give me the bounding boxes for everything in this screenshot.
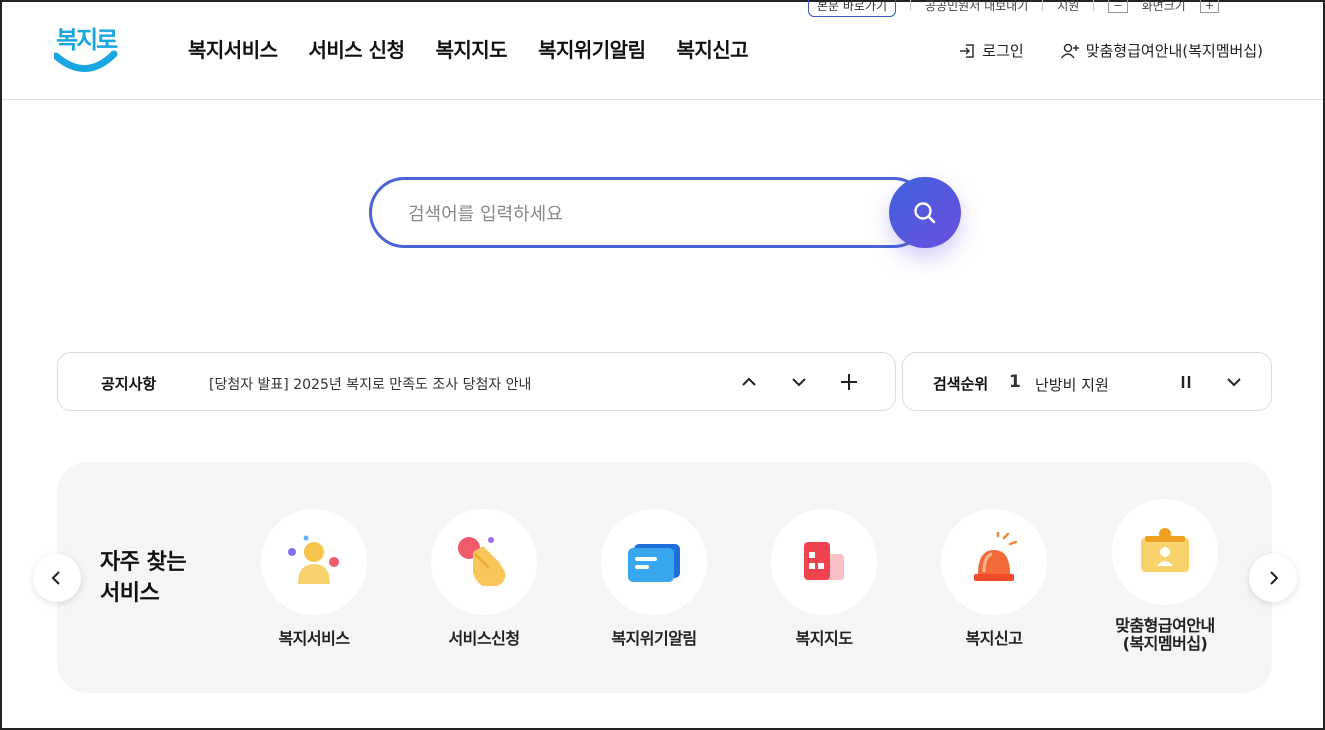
header-actions: 로그인 맞춤형급여안내(복지멤버십): [958, 40, 1263, 61]
service-item-crisis-alert[interactable]: 복지위기알림: [579, 509, 729, 648]
service-item-apply[interactable]: 서비스신청: [409, 509, 559, 648]
site-logo[interactable]: 복지로: [54, 20, 118, 74]
id-badge-icon: [1141, 528, 1189, 572]
service-label: 서비스신청: [448, 629, 520, 648]
ranking-label: 검색순위: [933, 375, 989, 393]
membership-label: 맞춤형급여안내(복지멤버십): [1085, 42, 1263, 60]
plus-icon: [841, 374, 857, 390]
notice-next-button[interactable]: [787, 370, 811, 394]
map-building-icon: [804, 542, 844, 580]
search-input[interactable]: [408, 198, 878, 230]
person-icon: [288, 535, 339, 584]
service-label: 복지서비스: [278, 629, 350, 648]
service-label-multiline: 맞춤형급여안내 (복지멤버십): [1090, 617, 1240, 653]
frequent-title-line2: 서비스: [100, 581, 160, 606]
ranking-number: 1: [1009, 372, 1021, 392]
service-item-welfare-map[interactable]: 복지지도: [749, 509, 899, 648]
membership-link[interactable]: 맞춤형급여안내(복지멤버십): [1060, 40, 1263, 61]
login-label: 로그인: [982, 42, 1024, 60]
message-icon: [628, 544, 680, 582]
chevron-down-icon: [792, 378, 806, 387]
service-label-line1: 맞춤형급여안내: [1115, 616, 1215, 635]
siren-icon: [974, 532, 1018, 581]
nav-crisis-alert[interactable]: 복지위기알림: [538, 34, 646, 63]
frequent-services-panel: 자주 찾는 서비스 복지서비스 서비스신청 복지위기알림 복지지도 복지신고 맞…: [57, 462, 1272, 693]
site-header: 복지로 복지서비스 서비스 신청 복지지도 복지위기알림 복지신고 로그인 맞춤…: [2, 2, 1323, 100]
ranking-expand-button[interactable]: [1222, 370, 1246, 394]
frequent-title-line1: 자주 찾는: [100, 550, 187, 575]
service-label: 복지지도: [795, 629, 853, 648]
chevron-up-icon: [742, 377, 756, 386]
ranking-pause-button[interactable]: [1174, 370, 1198, 394]
service-label: 복지위기알림: [611, 629, 697, 648]
search-ranking-bar: 검색순위 1 난방비 지원: [902, 352, 1272, 411]
service-icon-circle: [1112, 499, 1218, 605]
search-box: [369, 177, 929, 248]
pause-icon: [1181, 376, 1191, 388]
service-item-welfare-report[interactable]: 복지신고: [919, 509, 1069, 648]
main-nav: 복지서비스 서비스 신청 복지지도 복지위기알림 복지신고: [188, 34, 749, 63]
service-icon-circle: [431, 509, 537, 615]
service-icon-circle: [261, 509, 367, 615]
notice-bar: 공지사항 [당첨자 발표] 2025년 복지로 만족도 조사 당첨자 안내: [57, 352, 896, 411]
search-area: [369, 177, 961, 248]
search-icon: [914, 201, 936, 223]
notice-prev-button[interactable]: [737, 370, 761, 394]
carousel-prev-button[interactable]: [33, 554, 81, 602]
service-icon-circle: [771, 509, 877, 615]
notice-more-button[interactable]: [837, 370, 861, 394]
login-link[interactable]: 로그인: [958, 40, 1024, 61]
service-item-membership[interactable]: 맞춤형급여안내 (복지멤버십): [1090, 499, 1240, 653]
chevron-left-icon: [51, 571, 60, 585]
nav-welfare-report[interactable]: 복지신고: [676, 34, 748, 63]
search-button[interactable]: [889, 177, 961, 248]
nav-welfare-service[interactable]: 복지서비스: [188, 34, 278, 63]
login-icon: [960, 43, 975, 58]
service-icon-circle: [601, 509, 707, 615]
notice-label: 공지사항: [101, 375, 157, 393]
chevron-right-icon: [1270, 571, 1279, 585]
service-label: 복지신고: [965, 629, 1023, 648]
carousel-next-button[interactable]: [1249, 554, 1297, 602]
service-label-line2: (복지멤버십): [1122, 634, 1208, 653]
notice-text[interactable]: [당첨자 발표] 2025년 복지로 만족도 조사 당첨자 안내: [209, 374, 531, 394]
chevron-down-icon: [1227, 378, 1241, 387]
nav-welfare-map[interactable]: 복지지도: [435, 34, 507, 63]
service-icon-circle: [941, 509, 1047, 615]
user-add-icon: [1060, 43, 1079, 58]
logo-smile-icon: [54, 50, 118, 72]
frequent-services-title: 자주 찾는 서비스: [100, 547, 187, 609]
nav-service-apply[interactable]: 서비스 신청: [309, 34, 405, 63]
service-item-welfare[interactable]: 복지서비스: [239, 509, 389, 648]
tap-hand-icon: [458, 537, 506, 586]
ranking-keyword[interactable]: 난방비 지원: [1035, 374, 1109, 395]
